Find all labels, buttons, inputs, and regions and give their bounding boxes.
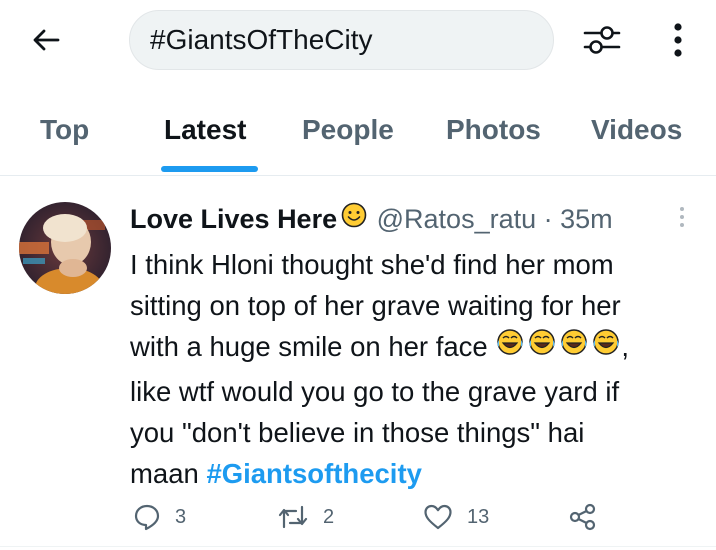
tears-of-joy-emoji <box>495 326 621 367</box>
back-button[interactable] <box>26 20 66 60</box>
avatar[interactable] <box>19 202 111 294</box>
top-bar: #GiantsOfTheCity <box>0 0 716 80</box>
heart-icon <box>424 504 452 530</box>
tab-latest[interactable]: Latest <box>164 96 246 176</box>
search-tabs: Top Latest People Photos Videos <box>0 96 716 176</box>
tweet-line: sitting on top of her grave waiting for … <box>130 290 621 321</box>
tweet-header: Love Lives Here @Ratos_ratu · 35m <box>130 199 705 243</box>
separator: · <box>543 204 553 235</box>
display-name[interactable]: Love Lives Here <box>130 204 337 234</box>
tweet[interactable]: Love Lives Here @Ratos_ratu · 35m I thin… <box>0 177 716 550</box>
smiling-face-emoji <box>341 199 367 239</box>
tweet-text: I think Hloni thought she'd find her mom… <box>130 244 705 494</box>
search-query: #GiantsOfTheCity <box>150 24 373 55</box>
retweet-button[interactable]: 2 <box>277 497 334 537</box>
retweet-count: 2 <box>323 505 335 528</box>
tweet-line: with a huge smile on her face , <box>130 326 705 371</box>
speech-bubble-icon <box>134 504 160 531</box>
reply-button[interactable]: 3 <box>133 497 186 537</box>
kebab-vertical-icon <box>674 23 682 57</box>
handle[interactable]: @Ratos_ratu <box>377 204 536 234</box>
tweet-line-text: , <box>621 331 629 362</box>
tweet-line: I think Hloni thought she'd find her mom <box>130 249 614 280</box>
tweet-line: maan #Giantsofthecity <box>130 453 705 494</box>
search-settings-button[interactable] <box>580 20 624 60</box>
share-icon <box>569 503 596 531</box>
tweet-body: Love Lives Here @Ratos_ratu · 35m I thin… <box>130 199 705 494</box>
like-count: 13 <box>467 505 490 528</box>
sliders-icon <box>583 26 621 54</box>
avatar-photo <box>19 202 111 294</box>
tweet-line: like wtf would you go to the grave yard … <box>130 376 620 408</box>
active-tab-indicator <box>161 166 258 172</box>
timestamp[interactable]: 35m <box>560 204 613 234</box>
like-button[interactable]: 13 <box>423 497 489 537</box>
tweet-line-text: with a huge smile on her face <box>130 331 488 362</box>
more-options-button[interactable] <box>660 18 696 62</box>
tab-photos[interactable]: Photos <box>446 96 541 176</box>
tweet-line-text: maan <box>130 458 207 490</box>
tweet-line: you "don't believe in those things" hai <box>130 417 585 449</box>
share-button[interactable] <box>568 497 598 537</box>
retweet-icon <box>278 505 308 529</box>
arrow-left-icon <box>33 29 60 51</box>
divider <box>0 546 716 547</box>
tab-videos[interactable]: Videos <box>591 96 682 176</box>
tweet-actions: 3 2 13 <box>0 497 716 537</box>
tab-top[interactable]: Top <box>40 96 89 176</box>
reply-count: 3 <box>175 505 187 528</box>
tab-people[interactable]: People <box>302 96 394 176</box>
hashtag-link[interactable]: #Giantsofthecity <box>206 458 421 489</box>
search-input[interactable]: #GiantsOfTheCity <box>129 10 554 70</box>
